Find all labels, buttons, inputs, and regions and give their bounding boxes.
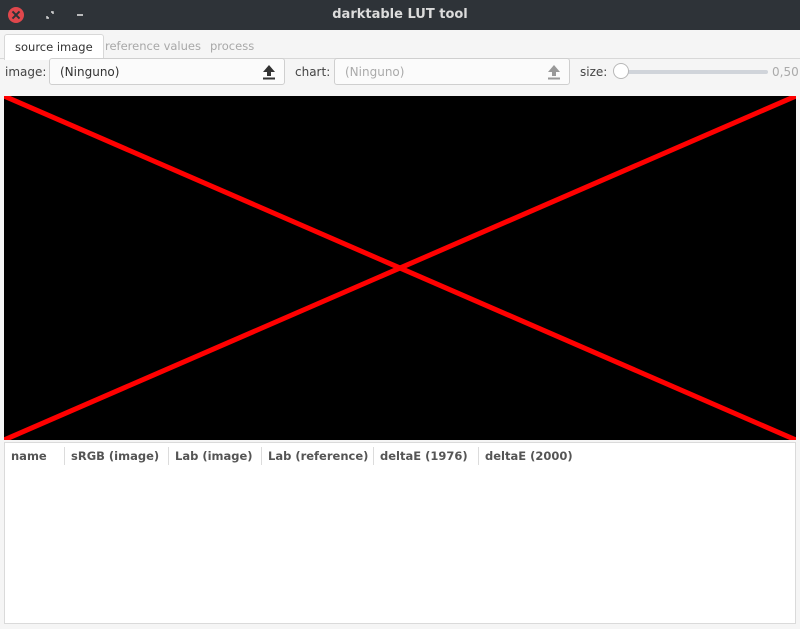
patch-table[interactable]: name sRGB (image) Lab (image) Lab (refer… bbox=[4, 442, 796, 624]
image-file-chooser[interactable]: (Ninguno) bbox=[49, 58, 285, 85]
tab-reference-values[interactable]: reference values bbox=[95, 34, 211, 58]
column-header-lab-image[interactable]: Lab (image) bbox=[168, 447, 253, 465]
no-image-cross bbox=[4, 96, 796, 440]
size-slider-track[interactable] bbox=[622, 70, 768, 74]
image-preview-area[interactable] bbox=[4, 96, 796, 440]
column-header-deltae-1976[interactable]: deltaE (1976) bbox=[373, 447, 468, 465]
tab-source-image[interactable]: source image bbox=[4, 34, 104, 60]
chart-file-value: (Ninguno) bbox=[345, 65, 405, 79]
size-label: size: bbox=[580, 65, 608, 79]
tab-process[interactable]: process bbox=[200, 34, 264, 58]
size-slider-handle[interactable] bbox=[613, 63, 629, 79]
column-header-name[interactable]: name bbox=[5, 447, 47, 465]
column-header-deltae-2000[interactable]: deltaE (2000) bbox=[478, 447, 573, 465]
image-label: image: bbox=[5, 65, 47, 79]
window-title: darktable LUT tool bbox=[332, 7, 468, 22]
column-header-lab-reference[interactable]: Lab (reference) bbox=[261, 447, 368, 465]
column-header-srgb-image[interactable]: sRGB (image) bbox=[64, 447, 159, 465]
size-value: 0,50 bbox=[772, 65, 799, 79]
title-bar: darktable LUT tool bbox=[0, 0, 800, 30]
upload-icon bbox=[263, 65, 275, 80]
chart-label: chart: bbox=[295, 65, 331, 79]
upload-icon bbox=[548, 65, 560, 80]
chart-file-chooser[interactable]: (Ninguno) bbox=[334, 58, 570, 85]
image-file-value: (Ninguno) bbox=[60, 65, 120, 79]
